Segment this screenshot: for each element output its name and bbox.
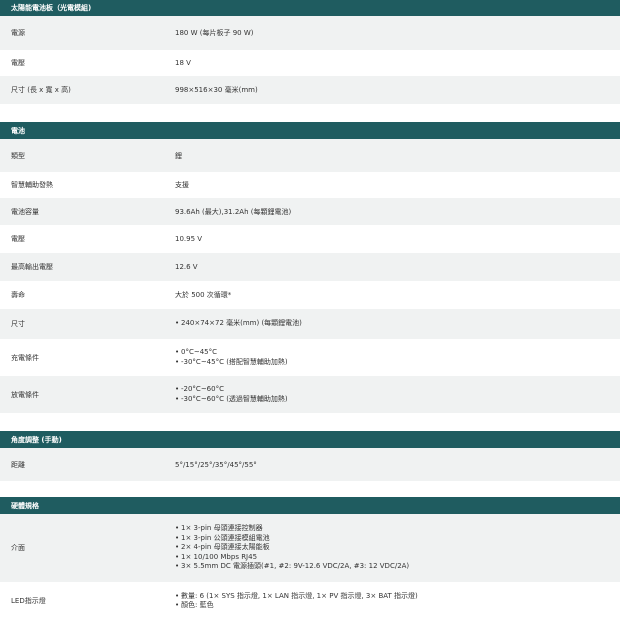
spec-bullet: 1× 10/100 Mbps RJ45 — [175, 553, 409, 563]
spec-row: 壽命 大於 500 次循環* — [0, 281, 620, 309]
spec-bullet: 2× 4-pin 母頭連接太陽能板 — [175, 543, 409, 553]
spec-row: 電源 180 W (每片板子 90 W) — [0, 16, 620, 50]
spec-label: 尺寸 (長 x 寬 x 高) — [11, 86, 71, 94]
spec-row: 充電條件 0°C~45°C -30°C~45°C (搭配智慧輔助加熱) — [0, 339, 620, 376]
spec-label: 最高輸出電壓 — [11, 263, 53, 271]
spec-bullet: 顏色: 藍色 — [175, 601, 418, 611]
spec-row: 類型 鋰 — [0, 139, 620, 172]
spec-label: 距離 — [11, 460, 25, 469]
spec-row: 尺寸 240×74×72 毫米(mm) (每顆鋰電池) — [0, 309, 620, 339]
spec-value: 10.95 V — [175, 235, 203, 243]
spec-value-list: 0°C~45°C -30°C~45°C (搭配智慧輔助加熱) — [175, 348, 288, 367]
spec-bullet: -30°C~60°C (透過智慧輔助加熱) — [175, 395, 288, 405]
spec-label: LED指示燈 — [11, 597, 46, 605]
section-title: 電池 — [11, 126, 25, 135]
spec-row: 放電條件 -20°C~60°C -30°C~60°C (透過智慧輔助加熱) — [0, 376, 620, 413]
spec-bullet: -20°C~60°C — [175, 385, 288, 395]
section-header-battery: 電池 — [0, 122, 620, 139]
section-header-solar-panel: 太陽能電池板（光電模組) — [0, 0, 620, 16]
spec-row: 智慧輔助發熱 支援 — [0, 172, 620, 198]
spec-label: 尺寸 — [11, 320, 25, 328]
section-header-angle: 角度調整 (手動) — [0, 431, 620, 448]
spec-row: 距離 5°/15°/25°/35°/45°/55° — [0, 448, 620, 481]
spec-label: 放電條件 — [11, 390, 39, 399]
spec-value: 998×516×30 毫米(mm) — [175, 86, 258, 94]
spec-row: 介面 1× 3-pin 母頭連接控制器 1× 3-pin 公頭連接模組電池 2×… — [0, 514, 620, 582]
spec-label: 充電條件 — [11, 353, 39, 362]
spec-value: 12.6 V — [175, 263, 198, 271]
spec-bullet: 1× 3-pin 母頭連接控制器 — [175, 524, 409, 534]
spec-table: 太陽能電池板（光電模組) 電源 180 W (每片板子 90 W) 電壓 18 … — [0, 0, 620, 620]
spec-row: 電壓 18 V — [0, 50, 620, 76]
spec-value: 支援 — [175, 181, 189, 189]
spec-bullet: 1× 3-pin 公頭連接模組電池 — [175, 534, 409, 544]
spec-value: 180 W (每片板子 90 W) — [175, 29, 254, 37]
spec-value: 5°/15°/25°/35°/45°/55° — [175, 460, 257, 469]
spec-value: 鋰 — [175, 151, 182, 160]
spec-label: 電池容量 — [11, 207, 39, 216]
section-title: 角度調整 (手動) — [11, 435, 62, 444]
spec-bullet: 240×74×72 毫米(mm) (每顆鋰電池) — [175, 319, 302, 329]
section-title: 太陽能電池板（光電模組) — [11, 4, 92, 12]
spec-value: 93.6Ah (最大),31.2Ah (每顆鋰電池) — [175, 207, 292, 216]
spec-bullet: 數量: 6 (1× SYS 指示燈, 1× LAN 指示燈, 1× PV 指示燈… — [175, 592, 418, 602]
spec-row: LED指示燈 數量: 6 (1× SYS 指示燈, 1× LAN 指示燈, 1×… — [0, 582, 620, 620]
spec-value-list: 1× 3-pin 母頭連接控制器 1× 3-pin 公頭連接模組電池 2× 4-… — [175, 524, 409, 572]
spec-label: 電壓 — [11, 59, 25, 67]
spec-bullet: -30°C~45°C (搭配智慧輔助加熱) — [175, 358, 288, 368]
spec-bullet: 3× 5.5mm DC 電源插頭(#1, #2: 9V-12.6 VDC/2A,… — [175, 562, 409, 572]
spec-bullet: 0°C~45°C — [175, 348, 288, 358]
spec-row: 電壓 10.95 V — [0, 225, 620, 253]
spec-value-list: 數量: 6 (1× SYS 指示燈, 1× LAN 指示燈, 1× PV 指示燈… — [175, 592, 418, 611]
spec-label: 智慧輔助發熱 — [11, 181, 53, 189]
spec-label: 電源 — [11, 29, 25, 37]
spec-value: 18 V — [175, 59, 191, 67]
section-header-hardware: 硬體規格 — [0, 497, 620, 514]
spec-row: 最高輸出電壓 12.6 V — [0, 253, 620, 281]
spec-label: 壽命 — [11, 291, 25, 299]
spec-value-list: 240×74×72 毫米(mm) (每顆鋰電池) — [175, 319, 302, 329]
spec-label: 電壓 — [11, 235, 25, 243]
spec-value: 大於 500 次循環* — [175, 291, 232, 299]
spec-row: 尺寸 (長 x 寬 x 高) 998×516×30 毫米(mm) — [0, 76, 620, 104]
spec-label: 介面 — [11, 544, 25, 552]
spec-value-list: -20°C~60°C -30°C~60°C (透過智慧輔助加熱) — [175, 385, 288, 404]
spec-row: 電池容量 93.6Ah (最大),31.2Ah (每顆鋰電池) — [0, 198, 620, 225]
spec-label: 類型 — [11, 151, 25, 160]
section-title: 硬體規格 — [11, 501, 39, 510]
